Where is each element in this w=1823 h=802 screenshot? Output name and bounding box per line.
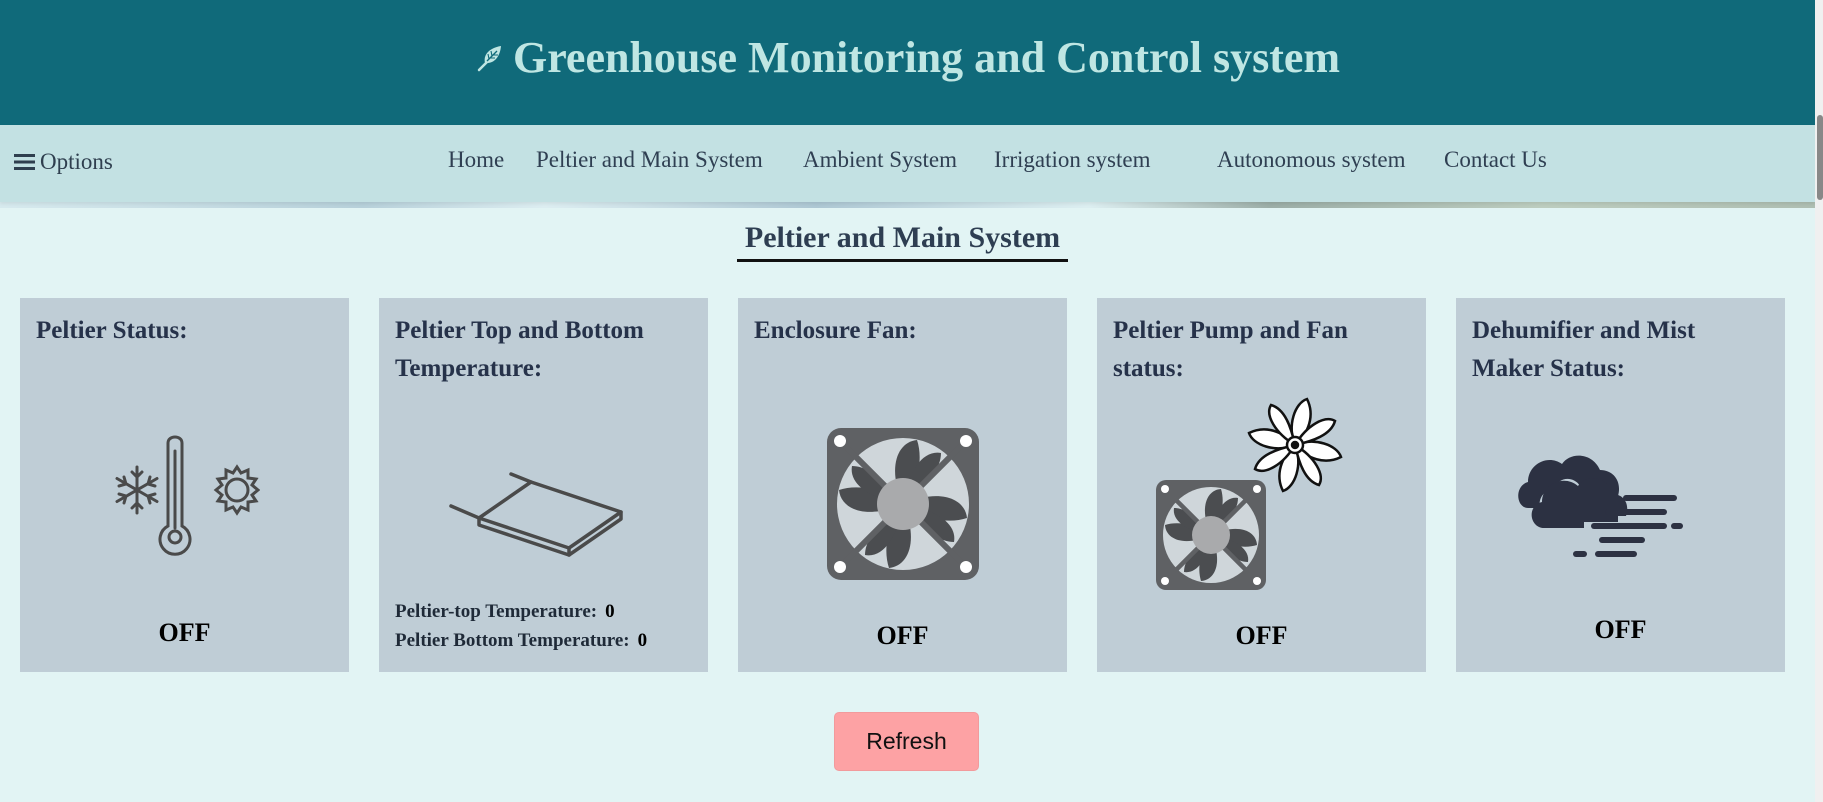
dehumidifier-mist-status-value: OFF [1594,615,1647,644]
card-title: Dehumifier and Mist Maker Status: [1472,317,1696,382]
peltier-status-value: OFF [158,618,211,647]
peltier-bottom-temp-label: Peltier Bottom Temperature: [395,630,630,651]
leaf-icon [477,45,501,71]
peltier-pump-fan-status-value: OFF [1235,621,1288,650]
nav-contact-us[interactable]: Contact Us [1444,147,1547,173]
pump-fan-icon [1156,397,1343,590]
nav-home[interactable]: Home [448,147,504,173]
hamburger-icon [14,154,35,170]
peltier-bottom-temp-value: 0 [637,630,648,651]
cloud-wind-icon [1518,455,1683,557]
nav-peltier-main-system[interactable]: Peltier and Main System [536,147,763,173]
card-title: Peltier Pump and Fan status: [1113,317,1348,382]
peltier-status-card: Peltier Status: OFF [20,298,349,672]
card-title: Enclosure Fan: [754,317,917,344]
page-scrollbar[interactable] [1815,0,1823,802]
peltier-bottom-temp-row: Peltier Bottom Temperature: 0 [395,630,647,652]
peltier-top-temp-row: Peltier-top Temperature: 0 [395,601,615,623]
nav-autonomous-system[interactable]: Autonomous system [1217,147,1405,173]
thermometer-hot-cold-icon [115,435,260,556]
card-title: Peltier Top and Bottom Temperature: [395,317,644,382]
peltier-top-temp-value: 0 [605,601,615,622]
enclosure-fan-status-value: OFF [876,621,929,650]
scrollbar-thumb[interactable] [1817,115,1823,200]
section-title: Peltier and Main System [737,221,1068,262]
nav-ambient-system[interactable]: Ambient System [803,147,957,173]
nav-irrigation-system[interactable]: Irrigation system [994,147,1151,173]
page-title: Greenhouse Monitoring and Control system [512,33,1341,82]
page-header: Greenhouse Monitoring and Control system [0,0,1815,125]
refresh-button[interactable]: Refresh [834,712,979,771]
peltier-pump-fan-card: Peltier Pump and Fan status: OFF [1097,298,1426,672]
peltier-top-temp-label: Peltier-top Temperature: [395,601,598,622]
options-label: Options [40,149,113,174]
peltier-module-icon [449,472,623,557]
navbar: Options Home Peltier and Main System Amb… [0,125,1815,202]
background-image-strip [0,202,1815,208]
fan-icon [827,428,979,580]
card-title: Peltier Status: [36,317,188,344]
dehumidifier-mist-card: Dehumifier and Mist Maker Status: OFF [1456,298,1785,672]
options-menu-button[interactable]: Options [14,149,113,175]
peltier-temperature-card: Peltier Top and Bottom Temperature: Pelt… [379,298,708,672]
enclosure-fan-card: Enclosure Fan: OFF [738,298,1067,672]
